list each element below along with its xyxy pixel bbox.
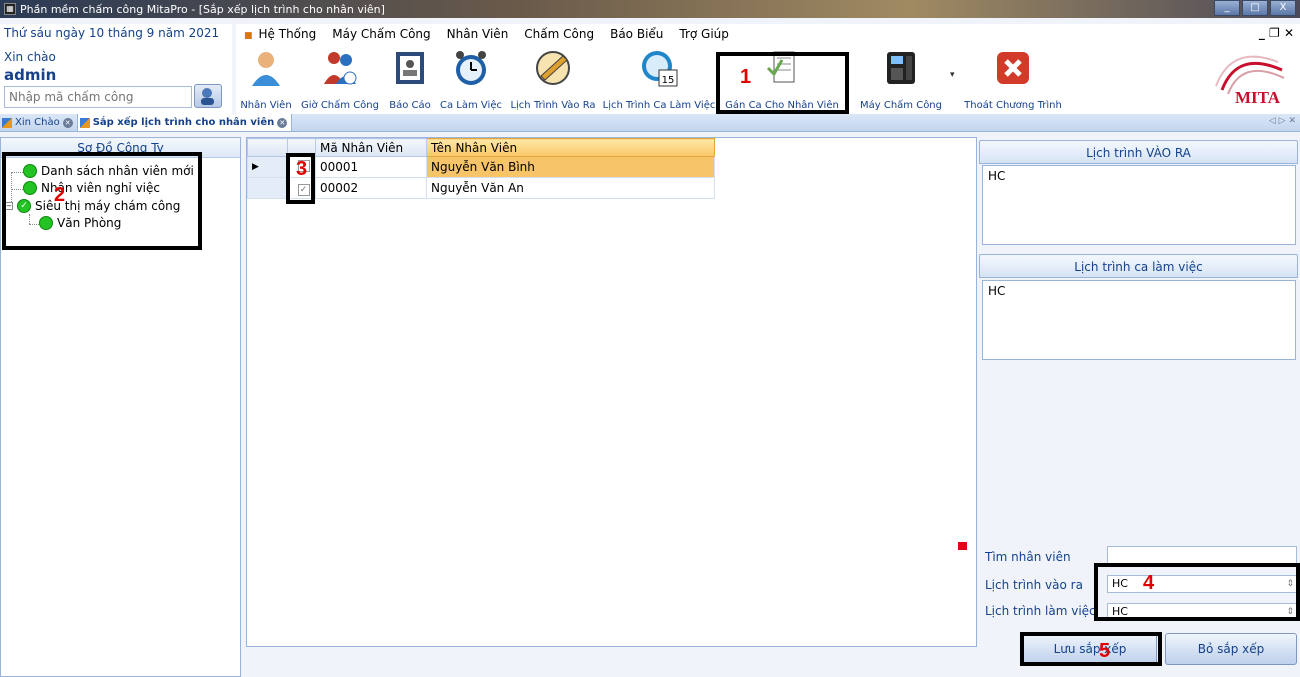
tab-schedule-assignment[interactable]: Sắp xếp lịch trình cho nhân viên ✕: [77, 114, 293, 131]
shift-schedule-list[interactable]: HC: [982, 280, 1296, 360]
ribbon-label: Lịch Trình Vào Ra: [510, 100, 596, 111]
ribbon-label: Thoát Chương Trình: [964, 100, 1062, 111]
cell-employee-code: 00002: [315, 177, 427, 199]
tab-label: Sắp xếp lịch trình cho nhân viên: [92, 117, 275, 128]
user-search-button[interactable]: [194, 84, 222, 108]
username: admin: [4, 66, 57, 84]
info-panel: Thứ sáu ngày 10 tháng 9 năm 2021 Xin chà…: [0, 24, 232, 114]
ribbon-label: Lịch Trình Ca Làm Việc: [602, 100, 716, 111]
close-button[interactable]: X: [1270, 0, 1296, 16]
red-marker: [958, 542, 967, 550]
user-search-icon: [201, 88, 214, 105]
annotation-box-2: [2, 152, 202, 250]
shift-schedule-item[interactable]: HC: [988, 284, 1290, 298]
annotation-box-1: [716, 52, 849, 114]
calendar-day: 15: [662, 75, 675, 86]
work-schedule-label: Lịch trình làm việc: [985, 604, 1096, 618]
table-row[interactable]: ✓ 00002 Nguyễn Văn An: [247, 177, 715, 199]
app-icon: ▦: [4, 3, 16, 15]
cell-employee-name: Nguyễn Văn Bình: [426, 156, 715, 178]
exit-icon: [997, 52, 1029, 84]
ribbon-label: Máy Chấm Công: [859, 100, 942, 111]
ribbon-shift-button[interactable]: Ca Làm Việc: [436, 44, 506, 114]
window-title: Phần mềm chấm công MitaPro - [Sắp xếp lị…: [20, 2, 385, 16]
minimize-button[interactable]: _: [1214, 0, 1240, 16]
annotation-number-2: 2: [54, 184, 66, 206]
menu-bao-bieu[interactable]: Báo Biểu: [602, 27, 671, 41]
window-controls: _ □ X: [1214, 0, 1296, 16]
ribbon-employee-button[interactable]: Nhân Viên: [236, 44, 296, 114]
tab-navigation[interactable]: ◁ ▷ ✕: [1269, 116, 1296, 126]
employee-grid-panel: Mã Nhân Viên Tên Nhân Viên ▶ 00001 Nguyễ…: [246, 137, 977, 647]
menu-he-thong[interactable]: Hệ Thống: [236, 27, 324, 41]
schedule-pen-icon: [536, 51, 570, 85]
current-date: Thứ sáu ngày 10 tháng 9 năm 2021: [4, 26, 220, 40]
cell-employee-name: Nguyễn Văn An: [426, 177, 715, 199]
inout-schedule-item[interactable]: HC: [988, 169, 1290, 183]
tab-welcome[interactable]: Xin Chào ✕: [0, 114, 78, 131]
grid-header-code[interactable]: Mã Nhân Viên: [315, 138, 427, 157]
tab-app-icon: [79, 117, 90, 128]
close-icon[interactable]: ✕: [62, 117, 73, 128]
menu-cham-cong[interactable]: Chấm Công: [516, 27, 602, 41]
row-indicator: [247, 177, 288, 199]
grid-header-name[interactable]: Tên Nhân Viên: [426, 138, 715, 157]
annotation-number-4: 4: [1143, 572, 1155, 594]
find-employee-label: Tìm nhân viên: [985, 550, 1071, 564]
people-clock-icon: [324, 52, 357, 85]
cancel-arrangement-button[interactable]: Bỏ sắp xếp: [1165, 633, 1297, 665]
row-indicator-icon: ▶: [247, 156, 288, 178]
employee-icon: [252, 52, 280, 86]
inout-schedule-label: Lịch trình vào ra: [985, 578, 1083, 592]
ribbon-report-button[interactable]: Báo Cáo: [384, 44, 436, 114]
ribbon-label: Ca Làm Việc: [440, 100, 502, 111]
annotation-box-5: [1020, 632, 1162, 666]
ribbon-shift-schedule-button[interactable]: 15 Lịch Trình Ca Làm Việc: [600, 44, 718, 114]
ribbon-label: Giờ Chấm Công: [301, 100, 379, 111]
tab-label: Xin Chào: [15, 117, 60, 128]
menu-may-cham-cong[interactable]: Máy Chấm Công: [324, 27, 438, 41]
logo-text: MITA: [1234, 88, 1280, 107]
ribbon-exit-button[interactable]: Thoát Chương Trình: [958, 44, 1068, 114]
calendar-clock-icon: 15: [642, 51, 678, 87]
annotation-number-3: 3: [296, 158, 308, 180]
employee-table: Mã Nhân Viên Tên Nhân Viên ▶ 00001 Nguyễ…: [247, 138, 715, 199]
ribbon-label: Nhân Viên: [240, 100, 292, 111]
report-icon: [396, 52, 424, 84]
menu-bar: Hệ Thống Máy Chấm Công Nhân Viên Chấm Cô…: [236, 24, 1300, 44]
shift-schedule-header: Lịch trình ca làm việc: [979, 254, 1298, 278]
mdi-controls[interactable]: _ ❐ ✕: [1259, 26, 1294, 40]
ribbon-attendance-hours-button[interactable]: Giờ Chấm Công: [296, 44, 384, 114]
annotation-number-1: 1: [740, 66, 752, 88]
title-bar: ▦ Phần mềm chấm công MitaPro - [Sắp xếp …: [0, 0, 1300, 18]
inout-schedule-header: Lịch trình VÀO RA: [979, 140, 1298, 164]
annotation-box-4: [1094, 563, 1300, 621]
table-row[interactable]: ▶ 00001 Nguyễn Văn Bình: [247, 156, 715, 178]
menu-nhan-vien[interactable]: Nhân Viên: [439, 27, 517, 41]
attendance-code-input[interactable]: [4, 86, 192, 108]
grid-corner-header[interactable]: [247, 138, 288, 157]
alarm-clock-icon: [456, 51, 486, 85]
close-icon[interactable]: ✕: [277, 117, 288, 128]
maximize-button[interactable]: □: [1242, 0, 1268, 16]
ribbon-attendance-machine-button[interactable]: Máy Chấm Công: [856, 44, 946, 114]
ribbon-label: Báo Cáo: [389, 100, 431, 111]
greeting: Xin chào: [4, 50, 56, 64]
menu-tro-giup[interactable]: Trợ Giúp: [671, 27, 737, 41]
inout-schedule-list[interactable]: HC: [982, 165, 1296, 245]
tab-app-icon: [2, 117, 12, 128]
annotation-number-5: 5: [1099, 640, 1111, 662]
chevron-down-icon: ▾: [950, 70, 955, 80]
cell-employee-code: 00001: [315, 156, 427, 178]
document-tab-bar: Xin Chào ✕ Sắp xếp lịch trình cho nhân v…: [0, 114, 1300, 132]
ribbon-inout-schedule-button[interactable]: Lịch Trình Vào Ra: [506, 44, 600, 114]
attendance-machine-icon: [887, 52, 915, 84]
